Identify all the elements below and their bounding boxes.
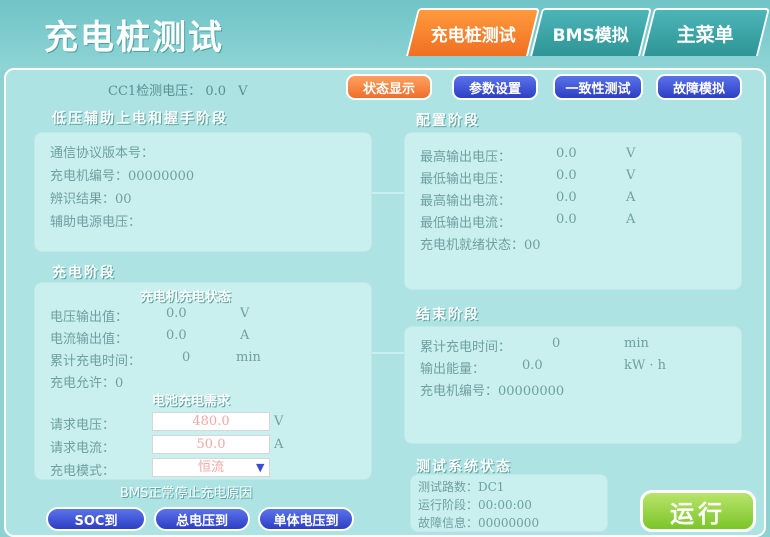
tab-label: BMS模拟	[552, 25, 629, 46]
voltage-output-unit: V	[240, 306, 250, 321]
cc1-unit: V	[238, 84, 248, 99]
soc-target-button[interactable]: SOC到	[46, 507, 146, 531]
current-output-unit: A	[240, 328, 250, 343]
max-output-voltage-label: 最高输出电压：	[420, 150, 512, 165]
min-output-voltage-value: 0.0	[556, 168, 577, 183]
test-status-title: 测试系统状态	[416, 459, 512, 475]
request-current-field[interactable]: 50.0	[152, 435, 270, 454]
aux-power-voltage-line: 辅助电源电压：	[50, 215, 142, 230]
tab-charger-test[interactable]: 充电桩测试	[406, 8, 540, 56]
current-output-label: 电流输出值：	[50, 332, 129, 347]
max-output-voltage-value: 0.0	[556, 146, 577, 161]
test-channel-line: 测试路数：DC1	[418, 480, 505, 494]
end-charging-time-unit: min	[624, 336, 649, 351]
output-energy-label: 输出能量：	[420, 362, 486, 377]
request-voltage-field[interactable]: 480.0	[152, 412, 270, 431]
status-display-button[interactable]: 状态显示	[346, 74, 432, 100]
min-output-current-value: 0.0	[556, 212, 577, 227]
consistency-test-button[interactable]: 一致性测试	[553, 74, 643, 100]
run-stage-line: 运行阶段：00:00:00	[418, 498, 532, 512]
tab-main-menu[interactable]: 主菜单	[642, 8, 770, 56]
current-output-value: 0.0	[166, 328, 187, 343]
chevron-down-icon: ▼	[256, 461, 265, 474]
min-output-voltage-unit: V	[626, 168, 636, 183]
protocol-version-line: 通信协议版本号：	[50, 146, 155, 161]
charger-status-title: 充电机充电状态	[140, 290, 232, 305]
end-stage-title: 结束阶段	[416, 307, 480, 323]
cc1-voltage-readout: CC1检测电压： 0.0 V	[108, 80, 248, 99]
max-output-current-label: 最高输出电流：	[420, 194, 512, 209]
charger-number-line: 充电机编号：00000000	[50, 169, 195, 184]
max-output-voltage-unit: V	[626, 146, 636, 161]
request-current-label: 请求电流：	[50, 441, 116, 456]
fault-info-line: 故障信息：00000000	[418, 516, 540, 530]
charging-time-value: 0	[182, 350, 191, 365]
charger-ready-status-line: 充电机就绪状态：00	[420, 238, 541, 253]
min-output-current-unit: A	[626, 212, 636, 227]
output-energy-value: 0.0	[522, 358, 543, 373]
max-output-current-value: 0.0	[556, 190, 577, 205]
parameter-settings-button[interactable]: 参数设置	[452, 74, 538, 100]
total-voltage-target-button[interactable]: 总电压到	[154, 507, 250, 531]
charge-allow-line: 充电允许：0	[50, 376, 124, 391]
min-output-current-label: 最低输出电流：	[420, 216, 512, 231]
tab-label: 充电桩测试	[430, 25, 516, 46]
bms-stop-reason-title: BMS正常停止充电原因	[120, 486, 253, 501]
min-output-voltage-label: 最低输出电压：	[420, 172, 512, 187]
fault-simulation-button[interactable]: 故障模拟	[656, 74, 742, 100]
charge-mode-select[interactable]: 恒流	[152, 458, 270, 477]
request-voltage-label: 请求电压：	[50, 418, 116, 433]
voltage-output-label: 电压输出值：	[50, 310, 129, 325]
battery-demand-title: 电池充电需求	[152, 394, 231, 409]
charging-time-label: 累计充电时间：	[50, 354, 142, 369]
config-stage-title: 配置阶段	[416, 113, 480, 129]
cell-voltage-target-button[interactable]: 单体电压到	[258, 507, 354, 531]
flow-arrow	[372, 192, 404, 194]
low-voltage-stage-title: 低压辅助上电和握手阶段	[52, 111, 228, 127]
charging-stage-title: 充电阶段	[52, 265, 116, 281]
cc1-label: CC1检测电压：	[108, 84, 202, 99]
app-title: 充电桩测试	[44, 18, 224, 58]
end-charger-number-line: 充电机编号：00000000	[420, 384, 565, 399]
max-output-current-unit: A	[626, 190, 636, 205]
tab-label: 主菜单	[677, 23, 735, 46]
voltage-output-value: 0.0	[166, 306, 187, 321]
end-charging-time-value: 0	[552, 336, 561, 351]
identify-result-line: 辨识结果：00	[50, 192, 132, 207]
request-current-unit: A	[274, 437, 284, 452]
request-voltage-unit: V	[274, 414, 284, 429]
tab-bms-simulation[interactable]: BMS模拟	[530, 8, 652, 56]
end-charging-time-label: 累计充电时间：	[420, 340, 512, 355]
cc1-value: 0.0	[205, 84, 226, 99]
charging-time-unit: min	[236, 350, 261, 365]
flow-arrow	[372, 352, 404, 354]
run-button[interactable]: 运行	[640, 490, 756, 532]
output-energy-unit: kW · h	[624, 358, 667, 373]
charge-mode-label: 充电模式：	[50, 464, 116, 479]
